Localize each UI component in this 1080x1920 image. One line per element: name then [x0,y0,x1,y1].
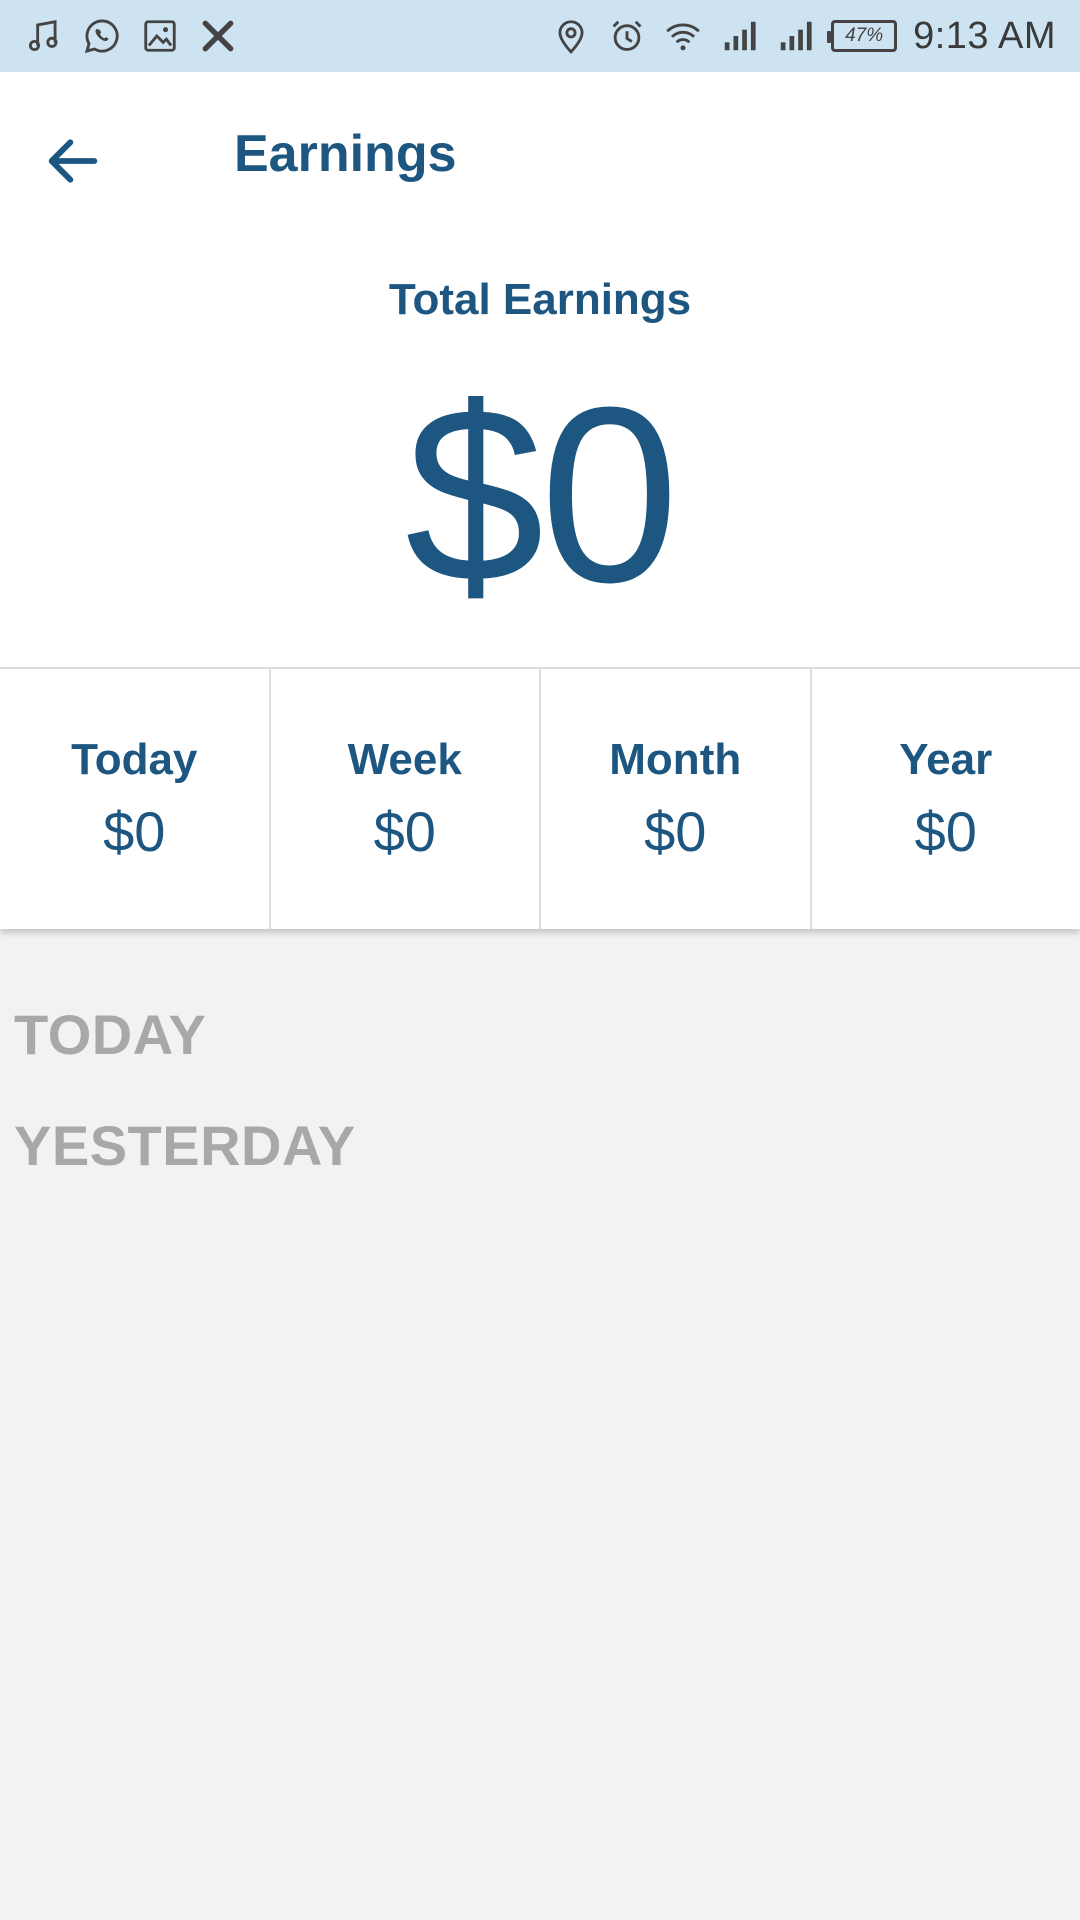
page-title: Earnings [234,125,457,183]
image-icon [140,16,180,56]
location-pin-icon [551,16,591,56]
period-label: Today [71,734,198,784]
period-value: $0 [644,799,707,863]
x-app-icon [198,16,238,56]
wifi-icon [663,16,703,56]
signal-bars-2-icon [775,16,815,56]
alarm-clock-icon [607,16,647,56]
status-bar: 47% 9:13 AM [0,0,1080,72]
arrow-left-icon [48,139,98,183]
status-right-icons: 47% 9:13 AM [551,15,1056,58]
section-heading-yesterday: YESTERDAY [14,1114,356,1177]
period-label: Week [347,734,462,784]
back-button[interactable] [36,124,110,198]
period-summary-row: Today $0 Week $0 Month $0 Year $0 [0,667,1080,929]
music-note-icon [24,16,64,56]
battery-icon: 47% [827,20,898,52]
whatsapp-icon [82,16,122,56]
total-earnings-value: $0 [404,355,679,634]
earnings-header: Earnings Total Earnings $0 [0,72,1080,667]
status-left-icons [24,16,238,56]
total-earnings-label: Total Earnings [388,275,692,324]
status-time: 9:13 AM [913,14,1056,57]
section-heading-today: TODAY [14,1003,207,1066]
period-label: Year [899,734,993,784]
period-label: Month [609,734,742,784]
period-week[interactable]: Week $0 [271,669,541,929]
period-month[interactable]: Month $0 [541,669,812,929]
period-value: $0 [914,799,977,863]
period-value: $0 [103,799,166,863]
period-value: $0 [373,799,436,863]
signal-bars-icon [719,16,759,56]
battery-level: 47% [845,25,884,46]
period-year[interactable]: Year $0 [812,669,1080,929]
period-today[interactable]: Today $0 [0,669,271,929]
